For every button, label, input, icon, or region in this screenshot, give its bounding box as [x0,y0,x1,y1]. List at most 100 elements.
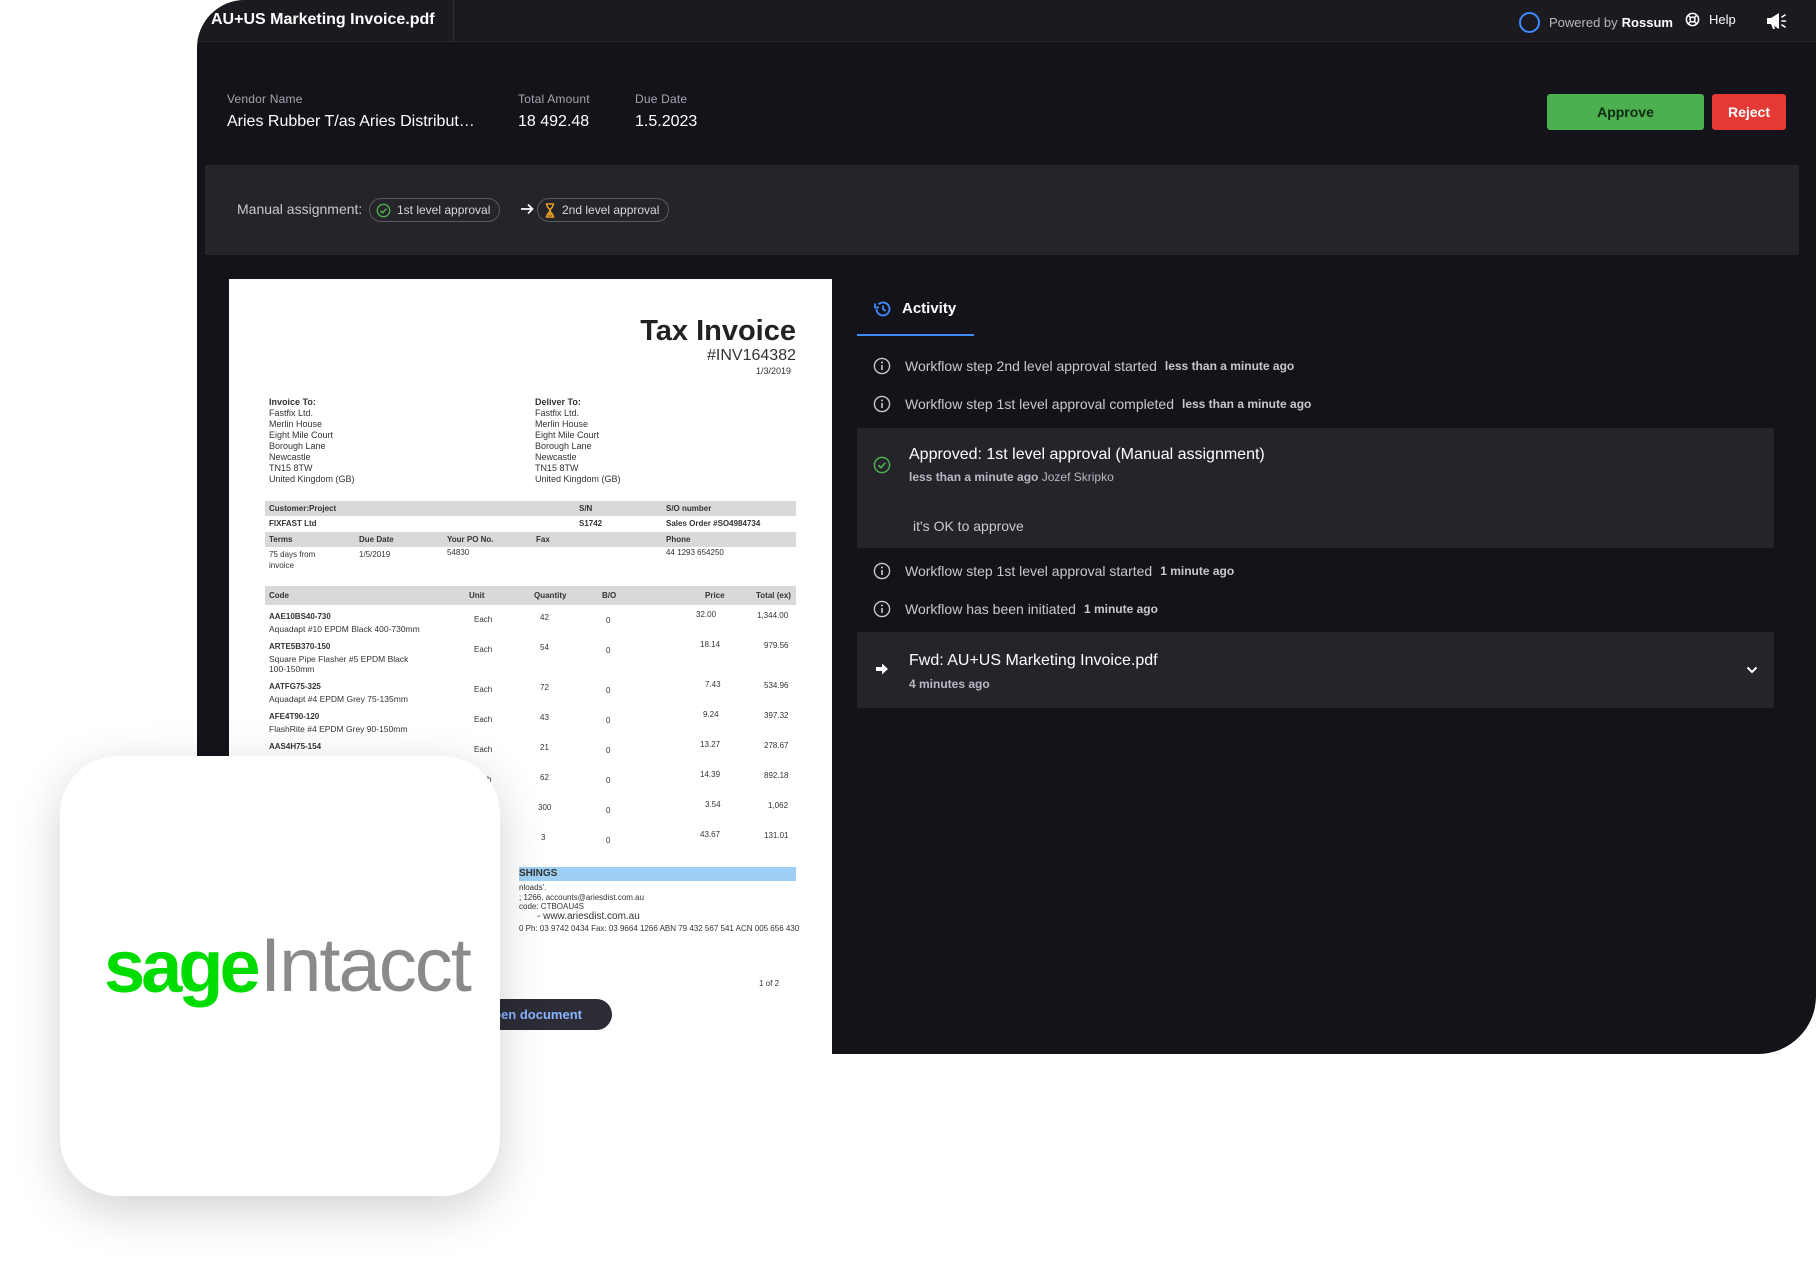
approve-button[interactable]: Approve [1547,94,1704,130]
assignment-label: Manual assignment: [237,201,363,217]
deliver-to-block: Deliver To: Fastfix Ltd. Merlin House Ei… [535,397,621,485]
deliver-to-line: Merlin House [535,419,589,429]
info-icon [873,562,891,580]
remittance-line: ; 1266, accounts@ariesdist.com.au [519,893,645,902]
title-divider [453,0,454,42]
forward-icon [876,663,888,675]
chevron-down-icon[interactable] [1745,663,1759,677]
line-total: 892.18 [764,771,789,780]
total-amount-value: 18 492.48 [518,113,590,130]
activity-text: Workflow step 2nd level approval started [905,358,1157,374]
terms-header: Phone [666,535,691,544]
invoice-to-line: Fastfix Ltd. [269,408,314,418]
line-code: AATFG75-325 [269,682,321,691]
line-price: 18.14 [700,640,721,649]
activity-item: Workflow step 1st level approval started… [873,562,1234,580]
line-code: AAE10BS40-730 [269,612,331,621]
meta-value: S1742 [579,519,603,528]
sage-intacct-logo-tile: sage Intacct [60,756,500,1196]
line-desc: Aquadapt #10 EPDM Black 400-730mm [269,624,420,634]
line-total: 534.96 [764,681,789,690]
line-bo: 0 [606,686,611,695]
line-desc: Square Pipe Flasher #5 EPDM Black [269,654,409,664]
vendor-name-field: Vendor Name Aries Rubber T/as Aries Dist… [227,92,475,131]
invoice-to-line: Borough Lane [269,441,326,451]
terms-header-band [265,532,796,547]
line-unit: Each [474,615,493,624]
invoice-number: #INV164382 [707,347,796,364]
lines-header-price: Price [705,591,725,600]
due-date-label: Due Date [635,92,688,106]
approved-card[interactable]: Approved: 1st level approval (Manual ass… [857,428,1774,548]
top-bar: AU+US Marketing Invoice.pdf Powered by R… [197,0,1816,42]
line-price: 7.43 [705,680,721,689]
approved-card-user: Jozef Skripko [1041,470,1114,484]
activity-text: Workflow has been initiated [905,601,1076,617]
line-code: AFE4T90-120 [269,712,320,721]
sage-logo-wordmark: sage [104,925,261,1008]
line-bo: 0 [606,616,611,625]
total-amount-field: Total Amount 18 492.48 [518,92,590,131]
line-price: 13.27 [700,740,721,749]
check-circle-icon [873,456,891,474]
line-qty: 54 [540,643,549,652]
total-amount-label: Total Amount [518,92,590,106]
powered-by[interactable]: Powered by Rossum [1519,12,1673,33]
step-chip-second[interactable]: 2nd level approval [537,198,670,222]
assignment-bar: Manual assignment: 1st level approval 2n… [205,165,1799,255]
reject-button[interactable]: Reject [1712,94,1786,130]
lifebuoy-icon [1685,12,1700,27]
terms-value: 1/5/2019 [359,550,391,559]
invoice-to-block: Invoice To: Fastfix Ltd. Merlin House Ei… [269,397,355,485]
arrow-right-icon [521,203,534,215]
line-bo: 0 [606,776,611,785]
intacct-logo-wordmark: Intacct [260,923,472,1008]
due-date-value: 1.5.2023 [635,113,698,130]
line-price: 3.54 [705,800,721,809]
activity-time: 1 minute ago [1083,602,1158,616]
line-price: 14.39 [700,770,721,779]
invoice-to-line: Newcastle [269,452,311,462]
line-qty: 3 [541,833,546,842]
remittance-website: - www.ariesdist.com.au [537,911,640,922]
line-unit: Each [474,715,493,724]
line-qty: 21 [540,743,549,752]
remittance-line: code: CTBOAU4S [519,902,584,911]
step-chip-first-label: 1st level approval [397,203,491,217]
megaphone-icon[interactable] [1764,10,1788,32]
forwarded-email-card[interactable]: Fwd: AU+US Marketing Invoice.pdf 4 minut… [857,632,1774,708]
deliver-to-line: Newcastle [535,452,577,462]
line-qty: 43 [540,713,549,722]
lines-header-bo: B/O [602,591,617,600]
page-indicator: 1 of 2 [759,979,780,988]
check-circle-icon [376,203,391,217]
help-label: Help [1709,12,1736,27]
forwarded-email-title: Fwd: AU+US Marketing Invoice.pdf [909,652,1158,669]
deliver-to-line: Fastfix Ltd. [535,408,580,418]
line-bo: 0 [606,836,611,845]
line-price: 9.24 [703,710,719,719]
help-button[interactable]: Help [1685,12,1736,27]
line-total: 397.32 [764,711,789,720]
tab-activity[interactable]: Activity [857,300,974,336]
line-total: 979.56 [764,641,789,650]
approved-card-time: less than a minute ago [909,470,1039,484]
line-total: 278.67 [764,741,789,750]
line-total: 1,344.00 [757,611,789,620]
forwarded-email-meta: 4 minutes ago [909,677,990,691]
line-code: AAS4H75-154 [269,742,322,751]
lines-header-total: Total (ex) [756,591,791,600]
step-chip-first[interactable]: 1st level approval [369,198,501,222]
tab-activity-label: Activity [902,300,957,317]
terms-header: Fax [536,535,550,544]
info-icon [873,395,891,413]
meta-value: Sales Order #SO4984734 [666,519,761,528]
line-desc: FlashRite #4 EPDM Grey 90-150mm [269,724,408,734]
approved-card-meta: less than a minute ago Jozef Skripko [909,470,1114,484]
step-chip-second-label: 2nd level approval [562,203,660,217]
invoice-to-line: TN15 8TW [269,463,313,473]
activity-time: less than a minute ago [1181,397,1312,411]
terms-header: Your PO No. [447,535,494,544]
line-total: 1,062 [768,801,789,810]
screen: AU+US Marketing Invoice.pdf Powered by R… [0,0,1816,1264]
